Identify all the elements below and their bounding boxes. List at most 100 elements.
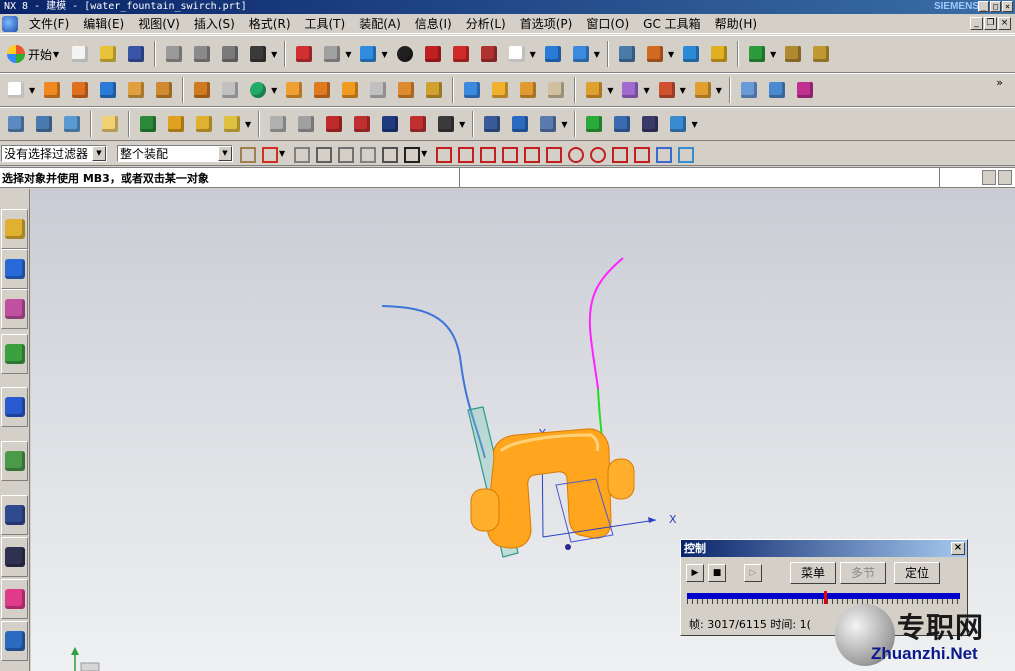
filter-settings-icon[interactable]	[237, 144, 256, 163]
clean-up-icon[interactable]	[191, 111, 217, 137]
end-point-icon[interactable]	[455, 144, 475, 163]
pattern-feature-icon[interactable]	[189, 77, 215, 103]
layer-settings-icon[interactable]	[614, 41, 640, 67]
right-pin[interactable]	[607, 458, 635, 500]
rectangle-select-icon[interactable]	[401, 144, 421, 163]
system-scene-tab[interactable]	[1, 621, 28, 661]
edit-surface-icon[interactable]	[792, 77, 818, 103]
assembly-constraint-icon[interactable]	[568, 41, 594, 67]
process-studio-tab[interactable]	[1, 495, 28, 535]
control-point-icon[interactable]	[499, 144, 519, 163]
toolbar-overflow-icon[interactable]: »	[996, 76, 1003, 89]
extrude-icon[interactable]	[39, 77, 65, 103]
copy-icon[interactable]	[189, 41, 215, 67]
boss-icon[interactable]	[151, 77, 177, 103]
emboss-icon[interactable]	[617, 77, 643, 103]
snap-enable-icon[interactable]	[433, 144, 453, 163]
minimize-button[interactable]: _	[978, 1, 989, 12]
database-icon[interactable]	[479, 111, 505, 137]
menu-view[interactable]: 视图(V)	[131, 15, 187, 32]
new-file-icon[interactable]	[67, 41, 93, 67]
menu-insert[interactable]: 插入(S)	[187, 15, 242, 32]
revolve-icon[interactable]	[67, 77, 93, 103]
shaded-cube-icon[interactable]	[355, 41, 381, 67]
full-screen-button[interactable]	[982, 170, 996, 185]
move-component-icon[interactable]	[540, 41, 566, 67]
synchronous-icon[interactable]	[690, 77, 716, 103]
right-cable-top-curve[interactable]	[588, 257, 624, 390]
menu-help[interactable]: 帮助(H)	[708, 15, 764, 32]
menu-information[interactable]: 信息(I)	[408, 15, 459, 32]
doc-minimize-button[interactable]: _	[970, 17, 983, 30]
trim-body-icon[interactable]	[393, 77, 419, 103]
section-icon[interactable]	[448, 41, 474, 67]
menu-preferences[interactable]: 首选项(P)	[513, 15, 580, 32]
wcs-icon[interactable]	[319, 41, 345, 67]
select-face-icon[interactable]	[357, 144, 377, 163]
quadrant-icon[interactable]	[565, 144, 585, 163]
sew-icon[interactable]	[581, 77, 607, 103]
menu-gc-toolkit[interactable]: GC 工具箱	[636, 15, 708, 32]
bounded-grid-icon[interactable]	[653, 144, 673, 163]
shell-icon[interactable]	[281, 77, 307, 103]
select-edge-icon[interactable]	[379, 144, 399, 163]
menu-file[interactable]: 文件(F)	[22, 15, 76, 32]
check-geometry-icon[interactable]	[135, 111, 161, 137]
attribute-icon[interactable]	[97, 111, 123, 137]
pin-button[interactable]	[998, 170, 1012, 185]
view-triad-icon[interactable]	[675, 144, 695, 163]
gap-g2-icon[interactable]	[377, 111, 403, 137]
chamfer-icon[interactable]	[337, 77, 363, 103]
analysis-icon[interactable]	[706, 41, 732, 67]
sketch-icon[interactable]	[642, 41, 668, 67]
close-button[interactable]: ×	[1002, 1, 1013, 12]
gap-g3-icon[interactable]	[405, 111, 431, 137]
measure-angle-icon[interactable]	[808, 41, 834, 67]
roles-tab[interactable]	[1, 537, 28, 577]
doc-restore-button[interactable]: ❐	[984, 17, 997, 30]
tool-icon[interactable]	[535, 111, 561, 137]
cut-icon[interactable]	[161, 41, 187, 67]
edge-blend-icon[interactable]	[309, 77, 335, 103]
menu-format[interactable]: 格式(R)	[242, 15, 298, 32]
point-on-curve-icon[interactable]	[609, 144, 629, 163]
dialog-close-button[interactable]: ×	[951, 542, 965, 555]
edit-section-icon[interactable]	[476, 41, 502, 67]
selection-scope-select[interactable]: 整个装配 ▼	[117, 144, 233, 162]
play-button[interactable]: ▶	[686, 564, 704, 582]
block-icon[interactable]	[95, 77, 121, 103]
layer-icon[interactable]	[31, 111, 57, 137]
left-cable-curve[interactable]	[381, 305, 486, 459]
datum-csys-icon[interactable]	[433, 111, 459, 137]
save-icon[interactable]	[123, 41, 149, 67]
arc-center-icon[interactable]	[543, 144, 563, 163]
menu-button[interactable]: 菜单	[790, 562, 836, 584]
deviation-icon[interactable]	[293, 111, 319, 137]
hammer-icon[interactable]	[163, 111, 189, 137]
web-browser-tab[interactable]	[1, 387, 28, 427]
clipping-icon[interactable]	[420, 41, 446, 67]
point-on-face-icon[interactable]	[631, 144, 651, 163]
play-icon[interactable]	[744, 41, 770, 67]
existing-point-icon[interactable]	[587, 144, 607, 163]
surface-icon[interactable]	[736, 77, 762, 103]
background-icon[interactable]	[504, 41, 530, 67]
select-filter-icon[interactable]	[291, 41, 317, 67]
menu-edit[interactable]: 编辑(E)	[76, 15, 131, 32]
text-icon[interactable]	[219, 111, 245, 137]
gap-g0-icon[interactable]	[321, 111, 347, 137]
system-materials-tab[interactable]	[1, 579, 28, 619]
offset-face-icon[interactable]	[459, 77, 485, 103]
motion-icon[interactable]	[678, 41, 704, 67]
open-folder-icon[interactable]	[95, 41, 121, 67]
left-pin[interactable]	[470, 488, 500, 532]
csys-icon[interactable]	[665, 111, 691, 137]
delete-body-icon[interactable]	[654, 77, 680, 103]
constraint-navigator-tab[interactable]	[1, 249, 28, 289]
snap-point-icon[interactable]	[259, 144, 278, 163]
unite-icon[interactable]	[245, 77, 271, 103]
multi-step-button[interactable]: 多节	[840, 562, 886, 584]
datum-plane-icon[interactable]	[217, 77, 243, 103]
render-style-icon[interactable]	[392, 41, 418, 67]
start-button[interactable]: 开始 ▼	[3, 41, 65, 67]
